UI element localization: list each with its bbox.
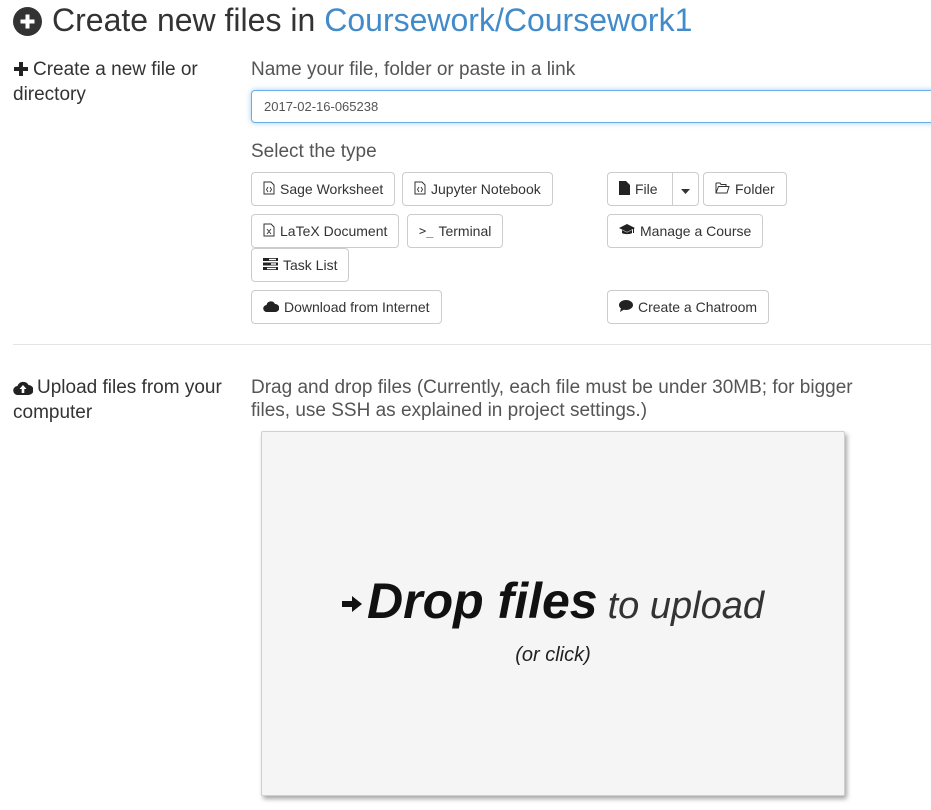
jupyter-notebook-button[interactable]: Jupyter Notebook <box>402 172 553 206</box>
file-code-icon <box>414 181 426 198</box>
upload-description: Drag and drop files (Currently, each fil… <box>251 377 853 421</box>
tasks-icon <box>263 257 278 273</box>
terminal-button[interactable]: >_ Terminal <box>407 214 504 248</box>
drop-light-text: to upload <box>607 585 764 627</box>
comment-icon <box>619 299 633 315</box>
plus-circle-icon <box>13 6 42 36</box>
create-chatroom-button[interactable]: Create a Chatroom <box>607 290 770 324</box>
file-excel-icon <box>263 223 275 240</box>
graduation-cap-icon <box>619 223 635 239</box>
drop-strong-text: Drop files <box>367 573 598 629</box>
download-internet-button[interactable]: Download from Internet <box>251 290 442 324</box>
drop-subtext: (or click) <box>515 644 591 666</box>
create-section-label: Create a new file or directory <box>13 59 198 105</box>
name-input[interactable] <box>251 90 931 123</box>
sage-worksheet-button[interactable]: Sage Worksheet <box>251 172 396 206</box>
arrow-right-icon <box>342 596 363 617</box>
file-icon <box>619 180 630 198</box>
task-list-button[interactable]: Task List <box>251 248 350 282</box>
file-button[interactable]: File <box>607 172 673 206</box>
page-title: Create new files in Coursework/Coursewor… <box>13 0 692 40</box>
folder-open-icon <box>715 181 730 197</box>
file-code-icon <box>263 181 275 198</box>
type-prompt: Select the type <box>251 141 377 162</box>
title-text: Create new files in <box>52 1 316 38</box>
manage-course-button[interactable]: Manage a Course <box>607 214 764 248</box>
plus-icon <box>13 60 29 83</box>
upload-section-label: Upload files from your computer <box>13 377 222 423</box>
folder-button[interactable]: Folder <box>703 172 787 206</box>
name-prompt: Name your file, folder or paste in a lin… <box>251 59 576 80</box>
section-divider <box>13 344 931 345</box>
caret-down-icon <box>681 181 690 197</box>
latex-document-button[interactable]: LaTeX Document <box>251 214 400 248</box>
cloud-upload-icon <box>13 378 34 401</box>
drop-message: Drop files to upload <box>262 572 844 630</box>
terminal-icon: >_ <box>419 224 434 238</box>
upload-dropzone[interactable]: Drop files to upload (or click) <box>261 431 845 796</box>
cloud-icon <box>263 299 280 315</box>
file-dropdown-button[interactable] <box>672 172 699 206</box>
path-link[interactable]: Coursework/Coursework1 <box>324 2 692 39</box>
